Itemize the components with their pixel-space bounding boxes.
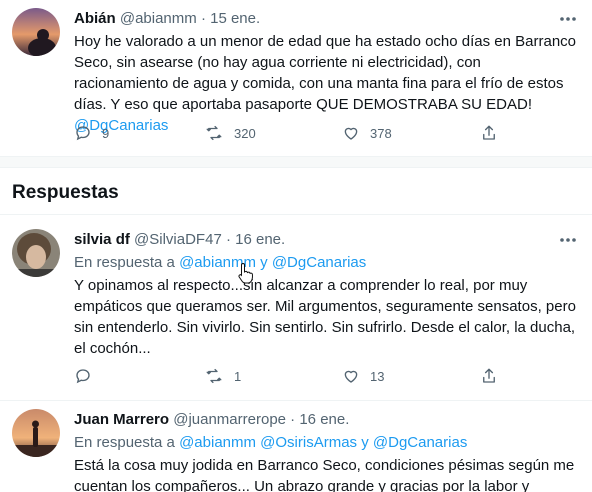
author-name[interactable]: Abián: [74, 10, 116, 27]
retweet-count: 1: [234, 368, 242, 384]
tweet-actions: 9 320 378: [74, 123, 504, 143]
author-name[interactable]: silvia df: [74, 231, 130, 248]
author-name[interactable]: Juan Marrero: [74, 411, 169, 428]
reply-button[interactable]: 9: [74, 123, 109, 143]
replying-prefix: En respuesta a: [74, 434, 175, 451]
replying-to: En respuesta a @abianmm y @DgCanarias: [74, 253, 366, 273]
like-count: 13: [370, 368, 385, 384]
more-icon[interactable]: [558, 230, 578, 250]
like-icon: [344, 127, 358, 140]
tweet-actions: 1 13: [74, 366, 504, 386]
tweet-text: Hoy he valorado a un menor de edad que h…: [74, 31, 579, 136]
cursor-icon: [238, 262, 254, 289]
retweet-count: 320: [234, 125, 256, 141]
tweet-body: Hoy he valorado a un menor de edad que h…: [74, 33, 577, 113]
author-handle[interactable]: @SilviaDF47: [134, 231, 222, 248]
tweet-date[interactable]: 15 ene.: [210, 10, 260, 27]
main-tweet[interactable]: Abián @abianmm · 15 ene. Hoy he valorado…: [0, 0, 592, 156]
author-handle[interactable]: @juanmarrerope: [173, 411, 286, 428]
reply-tweet[interactable]: Juan Marrero @juanmarrerope · 16 ene. En…: [0, 401, 592, 492]
tweet-header: silvia df @SilviaDF47 · 16 ene.: [74, 230, 285, 250]
replying-to-link[interactable]: @abianmm y @DgCanarias: [179, 254, 366, 271]
replies-heading: Respuestas: [12, 182, 119, 203]
more-icon[interactable]: [558, 9, 578, 29]
replying-to-link[interactable]: @abianmm @OsirisArmas y @DgCanarias: [179, 434, 467, 451]
avatar[interactable]: [12, 229, 60, 277]
retweet-button[interactable]: 320: [204, 123, 256, 143]
avatar[interactable]: [12, 8, 60, 56]
separator-dot: ·: [200, 10, 206, 27]
separator-dot: ·: [290, 411, 296, 428]
replying-prefix: En respuesta a: [74, 254, 175, 271]
separator-dot: ·: [225, 231, 231, 248]
like-icon: [344, 370, 358, 383]
tweet-header: Juan Marrero @juanmarrerope · 16 ene.: [74, 410, 349, 430]
reply-icon: [76, 126, 90, 141]
like-button[interactable]: 13: [342, 366, 384, 386]
reply-tweet[interactable]: silvia df @SilviaDF47 · 16 ene. En respu…: [0, 215, 592, 404]
share-button[interactable]: [480, 123, 498, 143]
tweet-text: Y opinamos al respecto...sin alcanzar a …: [74, 277, 576, 357]
replying-to: En respuesta a @abianmm @OsirisArmas y @…: [74, 433, 467, 453]
reply-count: 9: [102, 125, 110, 141]
tweet-date[interactable]: 16 ene.: [235, 231, 285, 248]
share-button[interactable]: [480, 366, 498, 386]
reply-icon: [76, 369, 90, 384]
tweet-header: Abián @abianmm · 15 ene.: [74, 9, 260, 29]
section-separator: [0, 156, 592, 168]
share-icon: [483, 368, 495, 383]
like-button[interactable]: 378: [342, 123, 392, 143]
tweet-date[interactable]: 16 ene.: [299, 411, 349, 428]
retweet-button[interactable]: 1: [204, 366, 241, 386]
reply-button[interactable]: [74, 366, 102, 386]
share-icon: [483, 125, 495, 140]
retweet-icon: [206, 125, 222, 141]
like-count: 378: [370, 125, 392, 141]
tweet-text: Está la cosa muy jodida en Barranco Seco…: [74, 457, 575, 492]
avatar[interactable]: [12, 409, 60, 457]
author-handle[interactable]: @abianmm: [120, 10, 197, 27]
retweet-icon: [206, 368, 222, 384]
